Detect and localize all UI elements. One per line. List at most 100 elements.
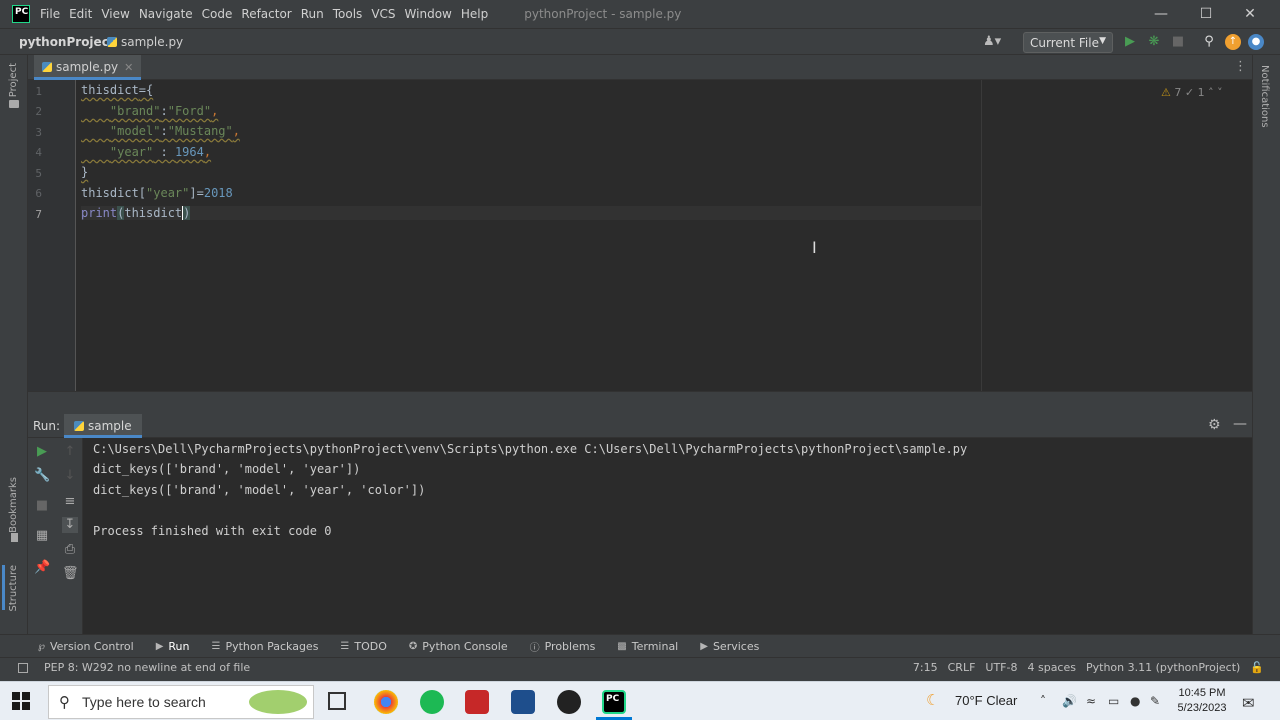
tool-version-control[interactable]: ℘ Version Control [38,640,134,653]
stop-icon[interactable]: ■ [1170,34,1186,50]
info-icon: ⓘ [529,642,540,654]
trash-icon[interactable]: 🗑 [62,566,79,582]
stop-icon[interactable]: ■ [34,498,50,514]
menu-run[interactable]: Run [301,7,324,21]
debug-icon[interactable]: ❋ [1146,34,1162,50]
pen-icon[interactable]: ✎ [1150,694,1160,708]
menu-navigate[interactable]: Navigate [139,7,193,21]
python-interpreter[interactable]: Python 3.11 (pythonProject) [1086,661,1240,674]
tab-sample-py[interactable]: sample.py ✕ [34,55,142,80]
soft-wrap-icon[interactable]: ≡ [62,494,78,510]
indent-setting[interactable]: 4 spaces [1027,661,1076,674]
menu-code[interactable]: Code [202,7,233,21]
editor-tabs: sample.py ✕ ⋮ [28,55,1252,80]
menu-file[interactable]: File [40,7,60,21]
spotify-icon[interactable] [420,690,444,714]
app-sw-icon[interactable] [465,690,489,714]
run-config-select[interactable]: Current File ▼ [1023,32,1113,53]
chevron-up-icon[interactable]: ˄ [1040,694,1046,708]
search-icon: ⚲ [59,693,70,711]
tool-run[interactable]: ▶ Run [156,640,190,653]
tab-label: sample.py [56,60,119,74]
arrow-down-icon[interactable]: ↓ [62,468,78,484]
line-number: 5 [35,167,42,180]
task-view-icon[interactable] [328,692,346,710]
caret-position[interactable]: 7:15 [913,661,938,674]
search-icon[interactable]: ⚲ [1201,34,1217,50]
line-separator[interactable]: CRLF [948,661,976,674]
pycharm-taskbar-icon[interactable]: PC [602,690,626,714]
run-console-output[interactable]: C:\Users\Dell\PycharmProjects\pythonProj… [83,438,1252,634]
file-encoding[interactable]: UTF-8 [985,661,1017,674]
line-number: 6 [35,187,42,200]
jetbrains-ai-icon[interactable]: ● [1248,34,1264,50]
taskbar-clock[interactable]: 10:45 PM 5/23/2023 [1172,686,1232,716]
breadcrumb-project[interactable]: pythonProject [19,35,115,49]
tool-python-console[interactable]: ✪ Python Console [409,640,508,653]
run-icon[interactable]: ▶ [1122,34,1138,50]
menu-help[interactable]: Help [461,7,488,21]
rerun-icon[interactable]: ▶ [34,444,50,460]
layout-icon[interactable]: ▦ [34,528,50,544]
run-icon: ▶ [155,640,164,652]
print-icon[interactable]: ⎙ [62,542,78,558]
hide-panel-icon[interactable]: — [1233,416,1247,432]
tool-label: Services [712,639,760,653]
breadcrumb-file[interactable]: sample.py [107,35,183,49]
taskbar-search-box[interactable]: ⚲ Type here to search [48,685,314,719]
bookmarks-tool-button[interactable]: Bookmarks [8,477,19,533]
tool-label: Version Control [49,639,134,653]
status-message[interactable]: PEP 8: W292 no newline at end of file [44,661,250,674]
code-editor[interactable]: 1 2 3 4 5 6 7 thisdict={ "brand":"Ford",… [28,80,1252,391]
structure-tool-button[interactable]: Structure [8,565,19,612]
close-icon[interactable]: ✕ [1240,4,1260,24]
menu-edit[interactable]: Edit [69,7,92,21]
tool-problems[interactable]: ⓘ Problems [530,639,596,654]
more-options-icon[interactable]: ⋮ [1234,59,1247,74]
update-icon[interactable]: ↑ [1225,34,1241,50]
battery-icon[interactable]: ▭ [1108,694,1119,708]
app-dark-icon[interactable] [557,690,581,714]
notification-center-icon[interactable]: ✉ [1242,694,1255,712]
weather-text[interactable]: 70°F Clear [955,693,1017,708]
minimize-icon[interactable]: — [1151,4,1171,24]
menu-refactor[interactable]: Refactor [241,7,291,21]
code-line-6: thisdict["year"]=2018 [81,186,233,200]
chrome-icon[interactable] [374,690,398,714]
scroll-to-end-icon[interactable]: ↧ [62,517,78,533]
chevron-up-icon[interactable]: ˄ [1208,86,1214,99]
microphone-icon[interactable]: ● [1130,694,1140,708]
wrench-icon[interactable]: 🔧 [34,468,50,484]
project-tool-button[interactable]: Project [8,63,19,97]
services-icon: ▶ [700,640,708,652]
inspection-widget[interactable]: ⚠ 7 ✓ 1 ˄ ˅ [1161,86,1223,99]
tool-todo[interactable]: ☰ TODO [340,640,386,653]
pin-icon[interactable]: 📌 [34,560,50,576]
arrow-up-icon[interactable]: ↑ [62,444,78,460]
menu-view[interactable]: View [101,7,129,21]
tool-python-packages[interactable]: ☰ Python Packages [212,640,319,653]
weak-warning-count: 1 [1197,86,1205,99]
speaker-icon[interactable]: 🔊 [1062,694,1077,708]
panel-splitter[interactable] [28,391,1252,414]
weak-warning-icon: ✓ [1184,86,1195,99]
menu-window[interactable]: Window [405,7,452,21]
vcs-user-icon[interactable]: ♟▾ [983,34,1001,50]
tool-terminal[interactable]: ▩ Terminal [617,640,678,653]
notifications-tool-button[interactable]: Notifications [1259,65,1270,128]
menu-tools[interactable]: Tools [333,7,363,21]
wifi-icon[interactable]: ≈ [1086,694,1096,708]
chevron-down-icon[interactable]: ˅ [1217,86,1223,99]
menu-vcs[interactable]: VCS [371,7,395,21]
tool-label: Python Console [422,639,508,653]
gear-icon[interactable]: ⚙ [1208,417,1221,433]
pycharm-logo: PC [12,5,30,23]
maximize-icon[interactable]: ☐ [1196,4,1216,24]
app-blue-icon[interactable] [511,690,535,714]
run-tab-sample[interactable]: sample [64,414,142,438]
lock-icon[interactable]: 🔓 [1250,661,1264,674]
windows-start-icon[interactable] [12,692,32,712]
close-tab-icon[interactable]: ✕ [124,61,133,74]
toggle-tool-windows-icon[interactable] [18,663,28,673]
tool-services[interactable]: ▶ Services [700,640,759,653]
